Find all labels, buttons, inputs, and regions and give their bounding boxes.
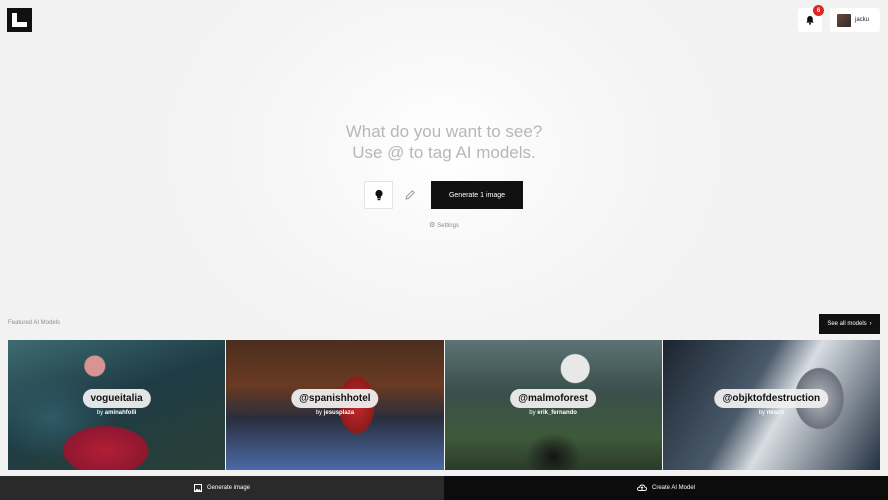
logo-mark-icon [12, 13, 27, 27]
image-icon [193, 484, 202, 492]
notification-count-badge: 6 [813, 5, 824, 16]
model-card[interactable]: @malmoforest by erik_fernando [444, 340, 662, 470]
author-name: jesusplaza [323, 410, 355, 416]
settings-label: Settings [437, 223, 459, 229]
chevron-right-icon: › [869, 321, 872, 327]
model-card[interactable]: vogueitalia by aminahfolli [8, 340, 226, 470]
model-tag: vogueitalia [82, 389, 151, 408]
idea-button[interactable] [364, 181, 393, 209]
by-label: by [758, 410, 766, 416]
prompt-tools [364, 181, 424, 209]
featured-models-list: vogueitalia by aminahfolli @spanishhotel… [8, 340, 880, 470]
bottom-bar: Generate image Create AI Model [0, 476, 888, 500]
generate-image-tab[interactable]: Generate image [0, 476, 444, 500]
featured-models-heading: Featured AI Models [8, 320, 61, 326]
bell-icon [806, 16, 814, 25]
author-name: aminahfolli [104, 410, 137, 416]
create-ai-model-label: Create AI Model [651, 485, 696, 491]
settings-link[interactable]: ⚙ Settings [0, 221, 888, 229]
model-author: by jesusplaza [226, 410, 443, 416]
model-card[interactable]: @objktofdestruction by misch [662, 340, 880, 470]
notifications-button[interactable]: 6 [798, 5, 824, 32]
lightbulb-icon [374, 189, 383, 201]
model-author: by aminahfolli [8, 410, 225, 416]
gear-icon: ⚙ [429, 222, 436, 229]
pencil-icon [404, 190, 415, 200]
by-label: by [315, 410, 323, 416]
avatar [837, 13, 851, 27]
model-author: by erik_fernando [445, 410, 662, 416]
model-card[interactable]: @spanishhotel by jesusplaza [226, 340, 444, 470]
model-tag: @objktofdestruction [714, 389, 829, 408]
user-menu[interactable]: jacku [830, 8, 880, 32]
prompt-input[interactable]: What do you want to see? Use @ to tag AI… [0, 121, 888, 163]
prompt-placeholder-line1: What do you want to see? [345, 122, 543, 141]
cloud-upload-icon [637, 484, 647, 491]
model-tag: @malmoforest [510, 389, 597, 408]
see-all-label: See all models [827, 321, 867, 327]
see-all-models-button[interactable]: See all models › [819, 314, 880, 334]
author-name: misch [766, 410, 785, 416]
generate-button[interactable]: Generate 1 image [431, 181, 523, 209]
edit-button[interactable] [395, 181, 424, 209]
username: jacku [855, 17, 870, 23]
model-author: by misch [663, 410, 880, 416]
by-label: by [96, 410, 104, 416]
prompt-placeholder-line2: Use @ to tag AI models. [352, 143, 536, 162]
create-ai-model-tab[interactable]: Create AI Model [444, 476, 888, 500]
model-tag: @spanishhotel [291, 389, 379, 408]
by-label: by [529, 410, 536, 416]
author-name: erik_fernando [537, 410, 577, 416]
generate-image-label: Generate image [206, 485, 251, 491]
logo[interactable] [7, 8, 32, 32]
